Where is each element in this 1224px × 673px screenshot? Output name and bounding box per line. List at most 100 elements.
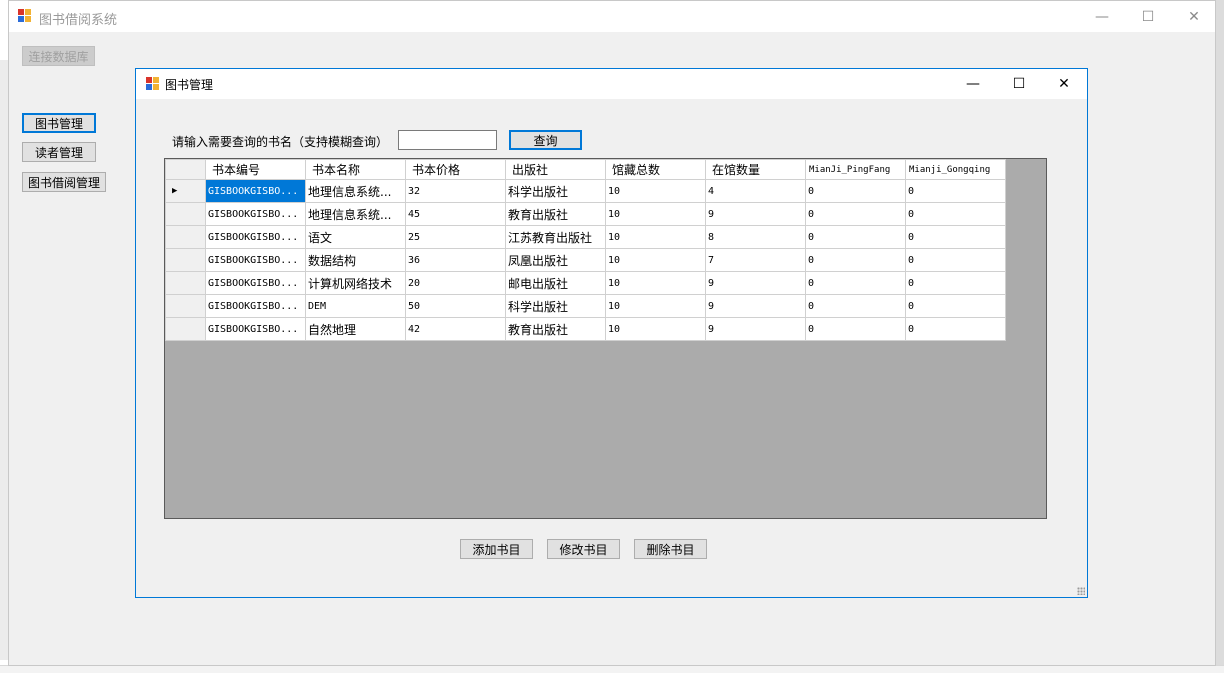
- table-cell[interactable]: 0: [905, 202, 1006, 226]
- table-cell[interactable]: 0: [805, 317, 906, 341]
- table-cell[interactable]: 0: [805, 202, 906, 226]
- table-cell[interactable]: 教育出版社: [505, 202, 606, 226]
- table-cell[interactable]: 0: [905, 248, 1006, 272]
- table-cell[interactable]: 0: [805, 271, 906, 295]
- table-row[interactable]: GISBOOKGISBO... 语文 25 江苏教育出版社 10 8 0 0: [165, 225, 1006, 249]
- table-cell[interactable]: 0: [905, 271, 1006, 295]
- table-cell[interactable]: 10: [605, 317, 706, 341]
- table-cell[interactable]: 8: [705, 225, 806, 249]
- table-row[interactable]: ▶ GISBOOKGISBO... 地理信息系统... 32 科学出版社 10 …: [165, 179, 1006, 203]
- desktop-bottom-strip: [0, 665, 1224, 673]
- row-header[interactable]: [165, 271, 206, 295]
- table-cell[interactable]: 0: [805, 248, 906, 272]
- table-cell[interactable]: GISBOOKGISBO...: [205, 271, 306, 295]
- table-row[interactable]: GISBOOKGISBO... 计算机网络技术 20 邮电出版社 10 9 0 …: [165, 271, 1006, 295]
- table-cell[interactable]: 0: [905, 294, 1006, 318]
- current-row-marker-icon[interactable]: ▶: [165, 179, 206, 203]
- minimize-button[interactable]: —: [1079, 1, 1125, 32]
- table-cell[interactable]: GISBOOKGISBO...: [205, 225, 306, 249]
- table-cell[interactable]: 0: [905, 225, 1006, 249]
- table-cell[interactable]: 地理信息系统...: [305, 179, 406, 203]
- reader-management-button[interactable]: 读者管理: [22, 142, 96, 162]
- table-cell[interactable]: 10: [605, 179, 706, 203]
- resize-grip-icon[interactable]: [1077, 587, 1085, 595]
- table-cell[interactable]: 自然地理: [305, 317, 406, 341]
- table-cell[interactable]: 10: [605, 294, 706, 318]
- table-cell[interactable]: 凤凰出版社: [505, 248, 606, 272]
- column-header[interactable]: MianJi_PingFang: [805, 159, 906, 180]
- table-cell[interactable]: 4: [705, 179, 806, 203]
- table-cell[interactable]: 数据结构: [305, 248, 406, 272]
- table-cell[interactable]: 10: [605, 271, 706, 295]
- table-cell[interactable]: 教育出版社: [505, 317, 606, 341]
- column-header[interactable]: Mianji_Gongqing: [905, 159, 1006, 180]
- table-cell[interactable]: 20: [405, 271, 506, 295]
- column-header[interactable]: 书本价格: [405, 159, 506, 180]
- row-header[interactable]: [165, 248, 206, 272]
- table-cell[interactable]: 50: [405, 294, 506, 318]
- table-cell[interactable]: GISBOOKGISBO...: [205, 248, 306, 272]
- table-cell[interactable]: GISBOOKGISBO...: [205, 317, 306, 341]
- search-input[interactable]: [398, 130, 497, 150]
- child-minimize-button[interactable]: —: [950, 69, 996, 99]
- table-cell[interactable]: 10: [605, 248, 706, 272]
- book-management-button[interactable]: 图书管理: [22, 113, 96, 133]
- table-cell[interactable]: 32: [405, 179, 506, 203]
- close-button[interactable]: ✕: [1171, 1, 1217, 32]
- table-cell[interactable]: 9: [705, 202, 806, 226]
- table-row[interactable]: GISBOOKGISBO... DEM 50 科学出版社 10 9 0 0: [165, 294, 1006, 318]
- column-header[interactable]: 书本名称: [305, 159, 406, 180]
- table-cell[interactable]: 科学出版社: [505, 294, 606, 318]
- table-cell[interactable]: 10: [605, 225, 706, 249]
- row-header[interactable]: [165, 202, 206, 226]
- child-close-button[interactable]: ✕: [1041, 69, 1087, 99]
- grid-corner-header: [165, 159, 206, 180]
- table-cell[interactable]: 科学出版社: [505, 179, 606, 203]
- column-header[interactable]: 出版社: [505, 159, 606, 180]
- table-cell[interactable]: 10: [605, 202, 706, 226]
- table-cell[interactable]: GISBOOKGISBO...: [205, 179, 306, 203]
- table-cell[interactable]: 0: [805, 179, 906, 203]
- add-book-button[interactable]: 添加书目: [460, 539, 533, 559]
- column-header[interactable]: 书本编号: [205, 159, 306, 180]
- table-cell[interactable]: 45: [405, 202, 506, 226]
- table-cell[interactable]: 0: [905, 179, 1006, 203]
- row-header[interactable]: [165, 225, 206, 249]
- query-button[interactable]: 查询: [509, 130, 582, 150]
- table-cell[interactable]: GISBOOKGISBO...: [205, 202, 306, 226]
- table-cell[interactable]: 36: [405, 248, 506, 272]
- child-maximize-button[interactable]: ☐: [996, 69, 1042, 99]
- table-cell[interactable]: 9: [705, 294, 806, 318]
- table-cell[interactable]: 江苏教育出版社: [505, 225, 606, 249]
- table-cell[interactable]: 0: [805, 225, 906, 249]
- desktop-right-strip: [1216, 0, 1224, 673]
- book-management-window: 图书管理 — ☐ ✕ 请输入需要查询的书名（支持模糊查询） 查询 书本编号 书本…: [135, 68, 1088, 598]
- table-cell[interactable]: 0: [805, 294, 906, 318]
- table-cell[interactable]: 语文: [305, 225, 406, 249]
- table-cell[interactable]: 地理信息系统...: [305, 202, 406, 226]
- maximize-button[interactable]: ☐: [1125, 1, 1171, 32]
- table-cell[interactable]: GISBOOKGISBO...: [205, 294, 306, 318]
- table-row[interactable]: GISBOOKGISBO... 地理信息系统... 45 教育出版社 10 9 …: [165, 202, 1006, 226]
- table-cell[interactable]: 7: [705, 248, 806, 272]
- connect-db-button[interactable]: 连接数据库: [22, 46, 95, 66]
- table-row[interactable]: GISBOOKGISBO... 数据结构 36 凤凰出版社 10 7 0 0: [165, 248, 1006, 272]
- row-header[interactable]: [165, 317, 206, 341]
- delete-book-button[interactable]: 删除书目: [634, 539, 707, 559]
- table-cell[interactable]: 9: [705, 317, 806, 341]
- row-header[interactable]: [165, 294, 206, 318]
- table-cell[interactable]: 42: [405, 317, 506, 341]
- table-cell[interactable]: 0: [905, 317, 1006, 341]
- table-cell[interactable]: DEM: [305, 294, 406, 318]
- column-header[interactable]: 馆藏总数: [605, 159, 706, 180]
- table-row[interactable]: GISBOOKGISBO... 自然地理 42 教育出版社 10 9 0 0: [165, 317, 1006, 341]
- table-cell[interactable]: 25: [405, 225, 506, 249]
- table-cell[interactable]: 计算机网络技术: [305, 271, 406, 295]
- table-cell[interactable]: 9: [705, 271, 806, 295]
- books-data-grid[interactable]: 书本编号 书本名称 书本价格 出版社 馆藏总数 在馆数量 MianJi_Ping…: [164, 158, 1047, 519]
- borrow-management-button[interactable]: 图书借阅管理: [22, 172, 106, 192]
- column-header[interactable]: 在馆数量: [705, 159, 806, 180]
- table-cell[interactable]: 邮电出版社: [505, 271, 606, 295]
- app-icon: [18, 9, 32, 23]
- edit-book-button[interactable]: 修改书目: [547, 539, 620, 559]
